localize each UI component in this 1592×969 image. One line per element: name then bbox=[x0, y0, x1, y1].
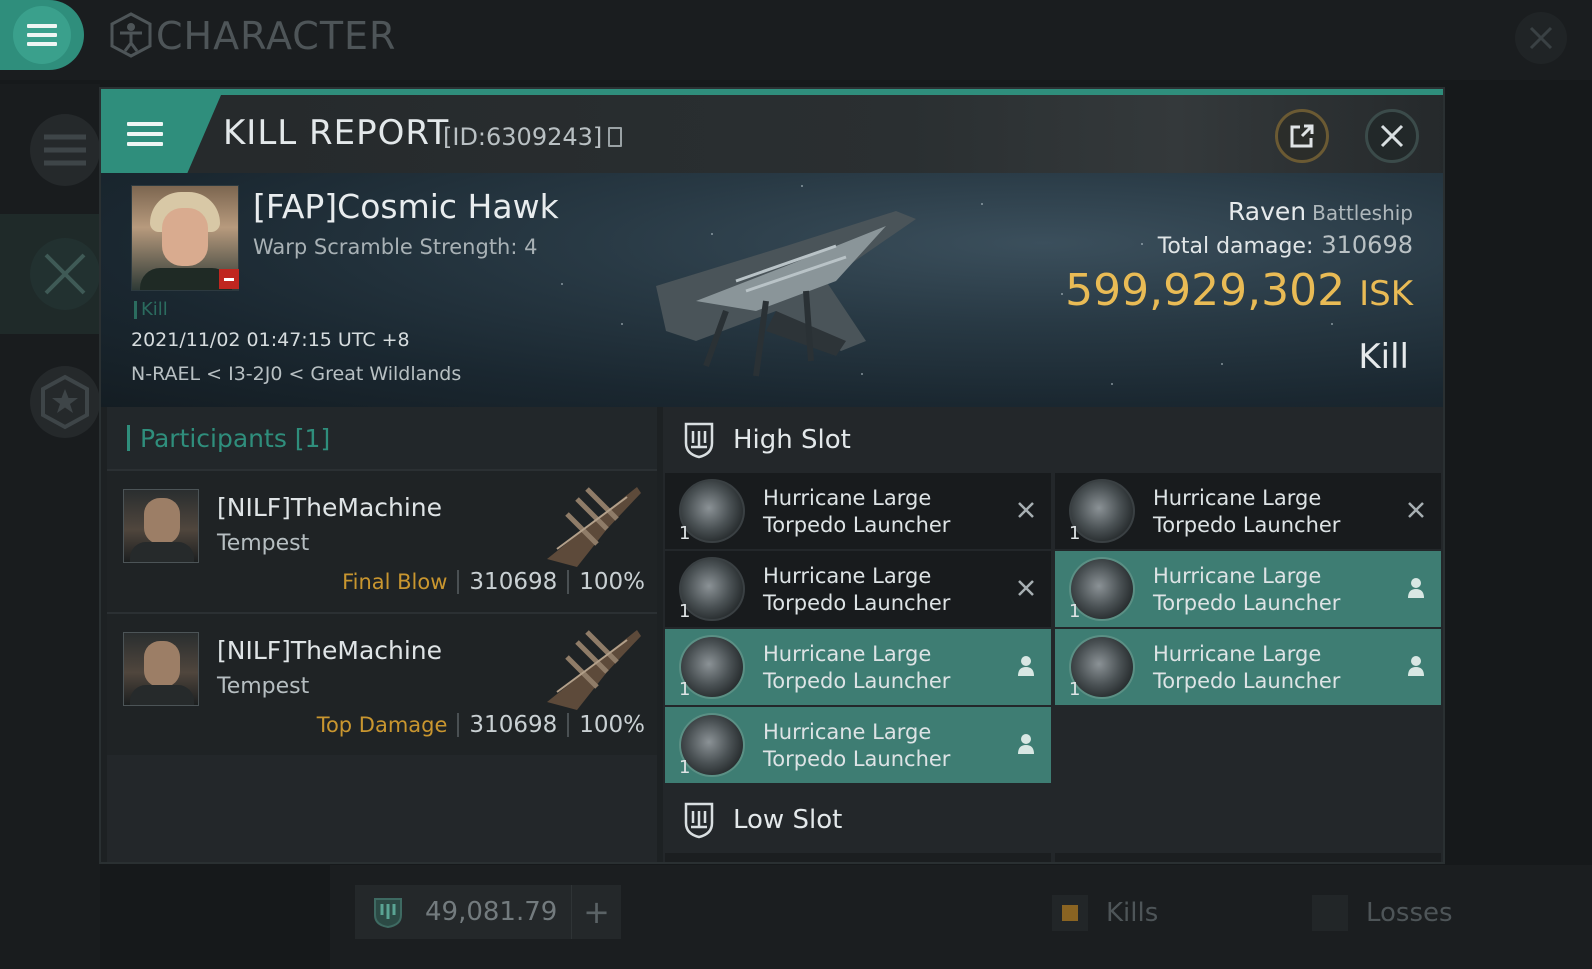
participant-ship-image bbox=[547, 630, 641, 710]
high-slot-icon bbox=[684, 422, 714, 459]
hamburger-icon bbox=[127, 122, 163, 146]
module-slot-dropped[interactable]: 1 Hurricane Large Torpedo Launcher bbox=[665, 707, 1051, 783]
add-isk-button[interactable]: + bbox=[571, 885, 621, 939]
low-slot-grid bbox=[663, 853, 1443, 862]
side-nav-menu[interactable] bbox=[0, 90, 100, 210]
participants-panel: Participants [1] [NILF]TheMachine Tempes… bbox=[107, 407, 657, 862]
share-button[interactable] bbox=[1275, 109, 1329, 163]
low-slot-icon bbox=[684, 802, 714, 839]
report-id[interactable]: [ID:6309243] bbox=[443, 123, 623, 151]
destroyed-x-icon bbox=[1015, 499, 1037, 521]
close-icon bbox=[1380, 124, 1404, 148]
module-slot-dropped[interactable]: 1 Hurricane Large Torpedo Launcher bbox=[1055, 629, 1441, 705]
list-icon bbox=[44, 134, 86, 166]
person-icon bbox=[1405, 577, 1427, 599]
standing-badge-icon bbox=[219, 269, 239, 289]
participant-ship-image bbox=[547, 487, 641, 567]
person-icon bbox=[1015, 655, 1037, 677]
kill-tag: Kill bbox=[134, 299, 168, 320]
kill-location[interactable]: N-RAEL < I3-2J0 < Great Wildlands bbox=[131, 363, 461, 385]
isk-destroyed: 599,929,302 ISK bbox=[1065, 265, 1413, 316]
kills-legend: Kills bbox=[1052, 895, 1158, 931]
victim-ship[interactable]: Raven Battleship bbox=[1228, 197, 1413, 226]
module-slot-destroyed[interactable]: 1 Hurricane Large Torpedo Launcher bbox=[665, 473, 1051, 549]
destroyed-x-icon bbox=[1015, 577, 1037, 599]
app-close-button[interactable] bbox=[1515, 12, 1567, 64]
modal-close-button[interactable] bbox=[1365, 109, 1419, 163]
crossed-swords-icon bbox=[44, 253, 86, 295]
person-icon bbox=[1405, 655, 1427, 677]
report-menu-button[interactable] bbox=[101, 95, 221, 173]
corp-shield-icon bbox=[374, 898, 402, 929]
modal-header: KILL REPORT [ID:6309243] bbox=[101, 95, 1443, 173]
main-menu-button[interactable] bbox=[0, 0, 84, 70]
losses-legend: Losses bbox=[1312, 895, 1453, 931]
side-nav-favorites[interactable] bbox=[0, 342, 100, 462]
high-slot-grid: 1 Hurricane Large Torpedo Launcher 1 Hurr… bbox=[663, 473, 1443, 783]
participant-row[interactable]: [NILF]TheMachine Tempest Top Damage 3106… bbox=[107, 612, 657, 755]
warp-scramble-strength: Warp Scramble Strength: 4 bbox=[253, 235, 538, 259]
participant-ship: Tempest bbox=[217, 674, 310, 699]
modal-title: KILL REPORT bbox=[223, 113, 450, 153]
participant-stats: Final Blow 310698 100% bbox=[342, 569, 645, 595]
empty-slot-cell bbox=[1055, 707, 1441, 783]
participant-percent: 100% bbox=[579, 712, 645, 738]
participant-name[interactable]: [NILF]TheMachine bbox=[217, 636, 442, 665]
participants-header[interactable]: Participants [1] bbox=[107, 407, 657, 469]
victim-name[interactable]: [FAP]Cosmic Hawk bbox=[253, 187, 559, 226]
side-nav bbox=[0, 84, 100, 969]
participant-row[interactable]: [NILF]TheMachine Tempest Final Blow 3106… bbox=[107, 469, 657, 612]
module-slot-destroyed[interactable]: 1 Hurricane Large Torpedo Launcher bbox=[665, 551, 1051, 627]
module-slot-dropped[interactable]: 1 Hurricane Large Torpedo Launcher bbox=[665, 629, 1051, 705]
high-slot-header: High Slot bbox=[663, 407, 1443, 473]
total-damage: Total damage: 310698 bbox=[1157, 231, 1413, 259]
final-blow-tag: Final Blow bbox=[342, 570, 448, 594]
side-nav-combat[interactable] bbox=[0, 214, 100, 334]
participant-portrait[interactable] bbox=[123, 632, 199, 706]
participant-damage: 310698 bbox=[469, 712, 558, 738]
isk-balance-value: 49,081.79 bbox=[425, 897, 558, 927]
participant-portrait[interactable] bbox=[123, 489, 199, 563]
destroyed-x-icon bbox=[1405, 499, 1427, 521]
participant-damage: 310698 bbox=[469, 569, 558, 595]
module-slot-destroyed[interactable]: 1 Hurricane Large Torpedo Launcher bbox=[1055, 473, 1441, 549]
report-result: Kill bbox=[1358, 337, 1409, 377]
participant-name[interactable]: [NILF]TheMachine bbox=[217, 493, 442, 522]
victim-banner: [FAP]Cosmic Hawk Warp Scramble Strength:… bbox=[101, 173, 1443, 407]
kill-datetime: 2021/11/02 01:47:15 UTC +8 bbox=[131, 329, 410, 351]
low-slot-header: Low Slot bbox=[663, 787, 1443, 853]
module-slot-dropped[interactable]: 1 Hurricane Large Torpedo Launcher bbox=[1055, 551, 1441, 627]
participant-percent: 100% bbox=[579, 569, 645, 595]
hamburger-icon bbox=[13, 6, 71, 64]
share-icon bbox=[1290, 124, 1314, 148]
star-icon bbox=[41, 374, 89, 430]
app-header: CHARACTER bbox=[0, 0, 1592, 80]
copy-icon[interactable] bbox=[608, 127, 623, 147]
participant-ship: Tempest bbox=[217, 531, 310, 556]
top-damage-tag: Top Damage bbox=[316, 713, 448, 737]
fitting-panel: High Slot 1 Hurricane Large Torpedo Launc… bbox=[663, 407, 1443, 862]
victim-ship-image bbox=[656, 211, 916, 377]
person-icon bbox=[1015, 733, 1037, 755]
kill-report-modal: KILL REPORT [ID:6309243] [FAP]Cosmic Haw… bbox=[99, 87, 1445, 864]
isk-balance: 49,081.79 + bbox=[355, 885, 621, 939]
close-icon bbox=[1529, 26, 1553, 50]
participant-stats: Top Damage 310698 100% bbox=[317, 712, 645, 738]
character-icon bbox=[110, 12, 152, 58]
page-title: CHARACTER bbox=[156, 14, 397, 58]
